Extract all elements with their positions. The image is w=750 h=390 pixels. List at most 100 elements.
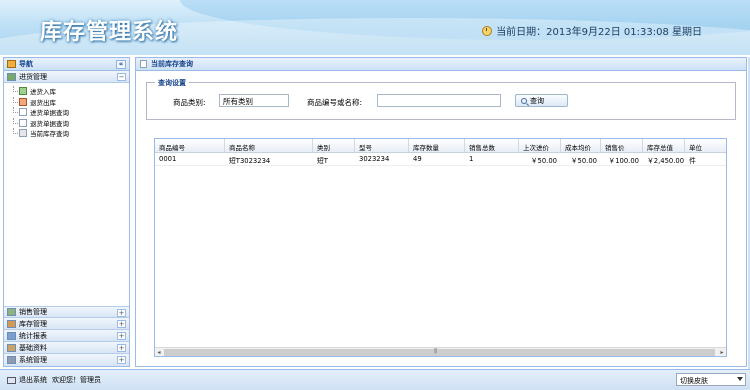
category-field[interactable]: 所有类别 <box>219 94 289 107</box>
skin-select[interactable]: 切换皮肤 <box>676 373 746 386</box>
clock-icon <box>482 25 493 36</box>
section-toggle-button[interactable]: + <box>117 344 126 352</box>
nav-section-inventory[interactable]: 库存管理 + <box>4 318 129 330</box>
cell-sales-total: 1 <box>469 155 474 163</box>
nav-item-label: 进货单据查询 <box>30 109 69 118</box>
nav-panel-header: 导航 « <box>4 58 129 71</box>
nav-section-label: 销售管理 <box>19 308 47 316</box>
document-icon <box>19 108 27 117</box>
column-header[interactable]: 商品编号 <box>155 139 225 152</box>
section-toggle-button[interactable]: + <box>117 356 126 364</box>
main-panel: 当前库存查询 查询设置 商品类别: 所有类别 商品编号或名称: 查询 商品编号 … <box>135 57 747 367</box>
nav-item-return-out[interactable]: 退货出库 <box>4 96 129 108</box>
nav-item-label: 进货入库 <box>30 88 56 97</box>
column-header[interactable]: 销售价 <box>601 139 643 152</box>
cell-category: 短T <box>317 157 328 165</box>
cell-stock-qty: 49 <box>413 155 422 163</box>
skin-select-value: 切换皮肤 <box>680 377 708 385</box>
status-bar: 退出系统 欢迎您！管理员 切换皮肤 <box>0 369 750 390</box>
nav-item-stock-in[interactable]: 进货入库 <box>4 86 129 97</box>
cell-name: 短T3023234 <box>229 157 271 165</box>
current-date: 当前日期：2013年9月22日 01:33:08 星期日 <box>482 23 702 38</box>
welcome-text: 欢迎您！管理员 <box>52 376 101 384</box>
cell-code: 0001 <box>159 155 177 163</box>
nav-section-sales[interactable]: 销售管理 + <box>4 306 129 318</box>
horizontal-scrollbar[interactable]: ◂ ▸ <box>155 347 726 356</box>
cell-avg-cost: ￥50.00 <box>570 157 597 165</box>
section-toggle-button[interactable]: + <box>117 320 126 328</box>
chevron-down-icon <box>737 377 743 381</box>
nav-section-system[interactable]: 系统管理 + <box>4 354 129 366</box>
panel-title: 当前库存查询 <box>151 60 193 68</box>
nav-item-label: 退货单据查询 <box>30 119 69 128</box>
query-legend: 查询设置 <box>155 78 189 88</box>
logout-icon[interactable] <box>7 376 16 384</box>
column-header[interactable]: 库存数量 <box>409 139 465 152</box>
logout-link[interactable]: 退出系统 <box>19 375 47 385</box>
current-date-text: 当前日期：2013年9月22日 01:33:08 星期日 <box>496 27 702 38</box>
cell-unit: 件 <box>689 157 696 165</box>
search-icon <box>521 97 527 104</box>
compass-icon <box>7 60 16 68</box>
nav-section-basic-data[interactable]: 基础资料 + <box>4 342 129 354</box>
column-header[interactable]: 型号 <box>355 139 409 152</box>
nav-tree: 进货入库 退货出库 进货单据查询 退货单据查询 当前库存查询 <box>4 83 129 302</box>
column-header[interactable]: 商品名称 <box>225 139 313 152</box>
collapse-nav-button[interactable]: « <box>116 60 126 69</box>
cell-last-price: ￥50.00 <box>530 157 557 165</box>
column-header[interactable]: 上次进价 <box>519 139 561 152</box>
table-row[interactable]: 0001 短T3023234 短T 3023234 49 1 ￥50.00 ￥5… <box>155 153 726 166</box>
stock-in-icon <box>19 87 27 96</box>
document-icon <box>19 118 27 127</box>
app-header: 库存管理系统 当前日期：2013年9月22日 01:33:08 星期日 <box>0 0 750 55</box>
nav-item-return-query[interactable]: 退货单据查询 <box>4 117 129 129</box>
nav-section-label: 库存管理 <box>19 319 47 328</box>
bar-chart-icon <box>7 331 16 340</box>
nav-section-label: 基础资料 <box>19 343 47 352</box>
scroll-right-icon[interactable]: ▸ <box>718 349 726 356</box>
column-header[interactable]: 成本均价 <box>561 139 601 152</box>
category-label: 商品类别: <box>173 98 206 107</box>
nav-section-reports[interactable]: 统计报表 + <box>4 330 129 342</box>
column-header[interactable]: 库存总值 <box>643 139 685 152</box>
cell-model: 3023234 <box>359 155 390 163</box>
scroll-left-icon[interactable]: ◂ <box>155 349 163 356</box>
nav-item-label: 当前库存查询 <box>30 130 69 139</box>
document-icon <box>140 60 147 68</box>
query-fieldset: 查询设置 商品类别: 所有类别 商品编号或名称: 查询 <box>146 78 736 120</box>
inventory-grid: 商品编号 商品名称 类别 型号 库存数量 销售总数 上次进价 成本均价 销售价 … <box>154 138 727 357</box>
nav-item-stock-query[interactable]: 当前库存查询 <box>4 128 129 139</box>
cell-sale-price: ￥100.00 <box>608 157 639 165</box>
nav-sections-collapsed: 销售管理 + 库存管理 + 统计报表 + 基础资料 + 系统管理 + <box>4 306 129 366</box>
inventory-icon <box>7 319 16 328</box>
column-header[interactable]: 类别 <box>313 139 355 152</box>
nav-section-purchase[interactable]: 进货管理 − <box>4 71 129 83</box>
column-header[interactable]: 单位 <box>685 139 720 152</box>
app-title: 库存管理系统 <box>40 20 179 45</box>
product-code-label: 商品编号或名称: <box>307 98 363 107</box>
product-code-input[interactable] <box>377 94 501 107</box>
cell-stock-value: ￥2,450.00 <box>647 157 685 165</box>
section-toggle-button[interactable]: − <box>117 73 126 81</box>
sales-icon <box>7 308 16 316</box>
system-icon <box>7 356 16 364</box>
purchase-icon <box>7 72 16 81</box>
section-toggle-button[interactable]: + <box>117 309 126 317</box>
nav-section-label: 进货管理 <box>19 72 47 81</box>
column-header[interactable]: 销售总数 <box>465 139 519 152</box>
nav-item-label: 退货出库 <box>30 98 56 107</box>
main-panel-header: 当前库存查询 <box>136 58 746 71</box>
database-icon <box>19 129 27 138</box>
search-button-label: 查询 <box>530 96 544 105</box>
return-out-icon <box>19 97 27 106</box>
nav-title: 导航 <box>19 60 33 68</box>
nav-section-label: 统计报表 <box>19 331 47 340</box>
nav-section-label: 系统管理 <box>19 356 47 364</box>
nav-item-purchase-query[interactable]: 进货单据查询 <box>4 107 129 118</box>
basic-data-icon <box>7 343 16 352</box>
section-toggle-button[interactable]: + <box>117 332 126 340</box>
grid-header: 商品编号 商品名称 类别 型号 库存数量 销售总数 上次进价 成本均价 销售价 … <box>155 139 726 153</box>
search-button[interactable]: 查询 <box>515 94 568 107</box>
scrollbar-thumb[interactable] <box>164 348 715 356</box>
nav-panel: 导航 « 进货管理 − 进货入库 退货出库 进货单据查询 退货单据查询 当前库存… <box>3 57 130 367</box>
